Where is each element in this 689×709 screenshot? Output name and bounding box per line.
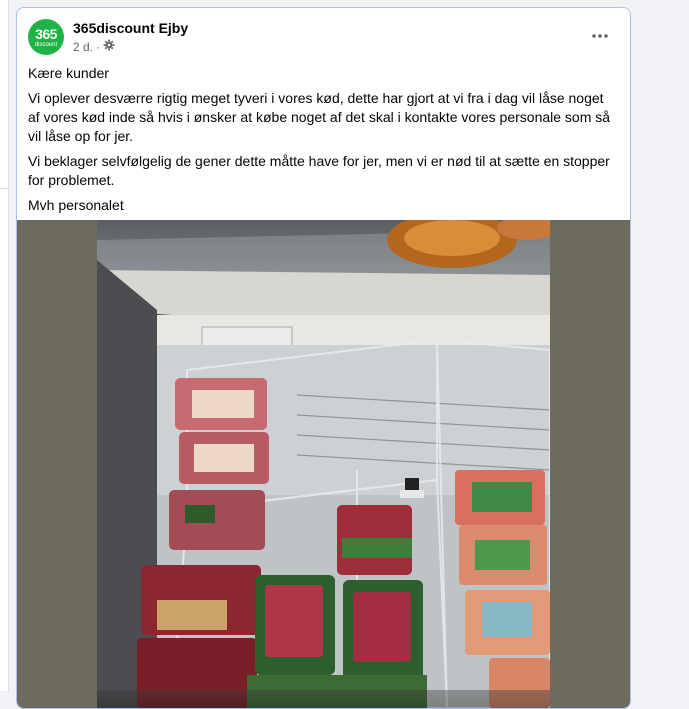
- post-header: 365 discount 365discount Ejby 2 d. ·: [17, 8, 630, 66]
- post-meta: 2 d. ·: [73, 39, 115, 54]
- post-photo[interactable]: [97, 212, 557, 708]
- post-card: 365 discount 365discount Ejby 2 d. · Kær…: [16, 7, 631, 709]
- more-dots-icon: [592, 34, 608, 38]
- avatar-logo-number: 365: [35, 25, 57, 42]
- post-paragraph-2: Vi beklager selvfølgelig de gener dette …: [28, 153, 610, 188]
- gear-icon: [103, 39, 115, 54]
- left-sidebar-edge: [0, 0, 9, 691]
- post-photo-container[interactable]: [17, 212, 630, 708]
- meta-separator: ·: [96, 39, 101, 54]
- post-timestamp[interactable]: 2 d.: [73, 40, 93, 54]
- avatar-logo-word: discount: [34, 41, 58, 48]
- post-greeting: Kære kunder: [28, 65, 109, 81]
- more-options-button[interactable]: [588, 26, 612, 46]
- page-avatar[interactable]: 365 discount: [28, 19, 64, 55]
- post-text: Kære kunder Vi oplever desværre rigtig m…: [28, 64, 618, 221]
- page-name-link[interactable]: 365discount Ejby: [73, 20, 188, 36]
- meat-fridge-photo: [97, 212, 557, 708]
- post-signoff: Mvh personalet: [28, 197, 124, 213]
- post-paragraph-1: Vi oplever desværre rigtig meget tyveri …: [28, 90, 611, 144]
- sidebar-divider: [0, 188, 8, 189]
